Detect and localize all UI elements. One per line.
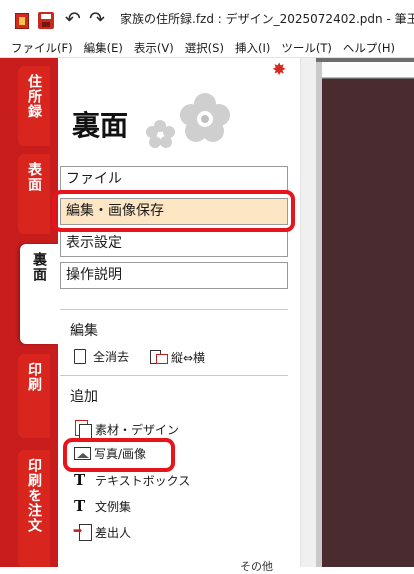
tab-back-side[interactable]: 裏面 bbox=[20, 244, 58, 344]
undo-icon[interactable]: ↶ bbox=[63, 9, 83, 29]
window-title: 家族の住所録.fzd : デザイン_2025072402.pdn - 筆王 bbox=[120, 12, 414, 26]
menu-bar: ファイル(F) 編集(E) 表示(V) 選択(S) 挿入(I) ツール(T) ヘ… bbox=[0, 38, 414, 58]
app-icon[interactable] bbox=[15, 13, 29, 29]
back-side-panel: ✸ 裏面 ファイル 編集・画像保存 表示設定 操作説明 編集 全消去 縦⇔横 追… bbox=[58, 58, 300, 573]
panel-scrollbar[interactable] bbox=[300, 58, 316, 567]
menu-file[interactable]: ファイル(F) bbox=[11, 40, 73, 56]
material-design-label: 素材・デザイン bbox=[95, 422, 180, 437]
add-material-design-button[interactable]: 素材・デザイン bbox=[74, 420, 180, 439]
sender-label: 差出人 bbox=[95, 525, 132, 540]
menu-view[interactable]: 表示(V) bbox=[134, 40, 174, 56]
text-box-label: テキストボックス bbox=[95, 473, 191, 488]
divider bbox=[60, 309, 288, 310]
tab-order-print[interactable]: 印刷を注文 bbox=[18, 450, 50, 567]
more-label[interactable]: その他 bbox=[240, 558, 273, 574]
orientation-swap-icon bbox=[150, 348, 168, 366]
tab-front-side[interactable]: 表面 bbox=[18, 154, 50, 234]
save-icon[interactable] bbox=[38, 12, 54, 29]
sample-text-label: 文例集 bbox=[95, 499, 132, 514]
document-icon bbox=[74, 349, 86, 364]
menu-edit[interactable]: 編集(E) bbox=[84, 40, 123, 56]
clear-all-button[interactable]: 全消去 bbox=[74, 348, 129, 365]
menu-help[interactable]: ヘルプ(H) bbox=[343, 40, 395, 56]
clear-all-label: 全消去 bbox=[93, 350, 130, 364]
flower-decoration-icon bbox=[146, 93, 230, 148]
rotate-orientation-label: 縦⇔横 bbox=[171, 350, 206, 365]
title-bar: ↶ ↷ 家族の住所録.fzd : デザイン_2025072402.pdn - 筆… bbox=[0, 0, 414, 38]
sample-text-icon: T bbox=[74, 497, 86, 515]
menu-file-button[interactable]: ファイル bbox=[60, 166, 288, 193]
redo-icon[interactable]: ↷ bbox=[87, 9, 107, 29]
add-sample-text-button[interactable]: T 文例集 bbox=[74, 497, 131, 515]
tab-address-book[interactable]: 住所録 bbox=[18, 66, 50, 146]
menu-display-settings-button[interactable]: 表示設定 bbox=[60, 230, 288, 257]
menu-insert[interactable]: 挿入(I) bbox=[235, 40, 270, 56]
photo-image-label: 写真/画像 bbox=[94, 447, 147, 461]
text-box-icon: T bbox=[74, 471, 86, 489]
add-photo-image-button[interactable]: 写真/画像 bbox=[74, 445, 146, 462]
rotate-orientation-button[interactable]: 縦⇔横 bbox=[150, 348, 205, 366]
card-preview[interactable] bbox=[322, 79, 414, 567]
mode-tab-strip: 住所録 表面 裏面 印刷 印刷を注文 bbox=[0, 58, 58, 567]
menu-edit-save-image-button[interactable]: 編集・画像保存 bbox=[60, 198, 288, 225]
sender-icon bbox=[73, 523, 92, 541]
menu-select[interactable]: 選択(S) bbox=[185, 40, 224, 56]
add-text-box-button[interactable]: T テキストボックス bbox=[74, 471, 190, 489]
edit-section-label: 編集 bbox=[70, 323, 98, 339]
add-sender-button[interactable]: 差出人 bbox=[73, 523, 132, 541]
horizontal-ruler bbox=[322, 62, 414, 78]
add-section-label: 追加 bbox=[70, 389, 98, 405]
panel-title: 裏面 bbox=[72, 109, 129, 142]
material-design-icon bbox=[74, 420, 92, 439]
photo-image-icon bbox=[74, 447, 91, 460]
divider bbox=[60, 375, 288, 376]
tab-print[interactable]: 印刷 bbox=[18, 354, 50, 438]
gear-icon[interactable]: ✸ bbox=[272, 62, 286, 79]
menu-tools[interactable]: ツール(T) bbox=[281, 40, 332, 56]
menu-instructions-button[interactable]: 操作説明 bbox=[60, 262, 288, 289]
